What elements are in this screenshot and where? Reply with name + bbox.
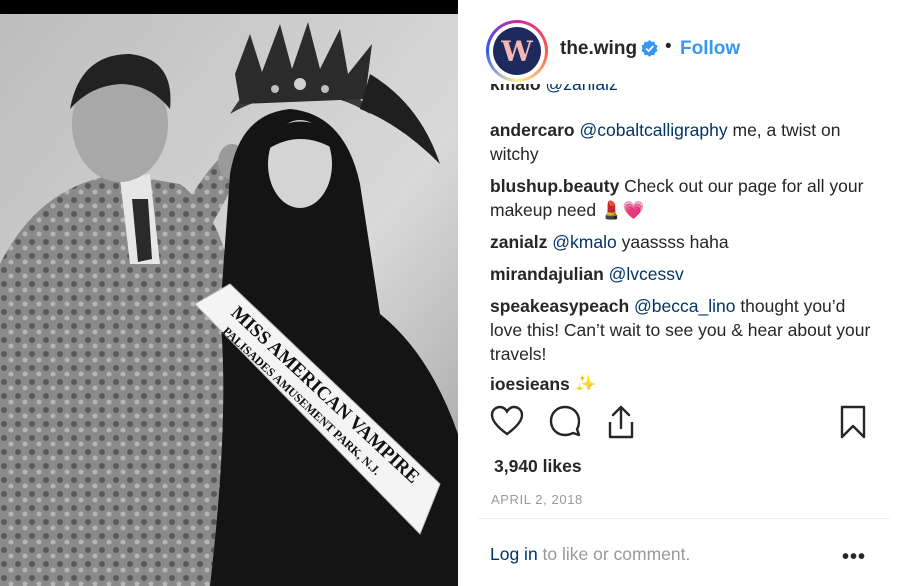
comment-item: joesjeans ✨	[490, 372, 882, 390]
avatar[interactable]: W	[486, 20, 548, 82]
comment-mention[interactable]: @zanialz	[545, 84, 617, 94]
divider	[478, 518, 890, 519]
comment-user[interactable]: zanialz	[490, 232, 547, 252]
comment-mention[interactable]: @cobaltcalligraphy	[580, 120, 728, 140]
comment-mention[interactable]: @lvcessv	[609, 264, 684, 284]
more-options-icon[interactable]: •••	[842, 546, 866, 569]
comment-item: zanialz @kmalo yaassss haha	[490, 230, 882, 254]
comment-mention[interactable]: @becca_lino	[634, 296, 735, 316]
comment-text: ✨	[569, 374, 597, 390]
comment-item: mirandajulian @lvcessv	[490, 262, 882, 286]
verified-icon	[641, 40, 658, 57]
header-separator: •	[665, 36, 672, 57]
login-link[interactable]: Log in	[490, 544, 538, 564]
post-date: APRIL 2, 2018	[491, 492, 583, 507]
bookmark-icon[interactable]	[836, 404, 870, 440]
follow-button[interactable]: Follow	[680, 38, 740, 60]
action-bar	[490, 404, 870, 440]
comment-user[interactable]: mirandajulian	[490, 264, 604, 284]
post-header: W the.wing • Follow	[458, 0, 900, 96]
photo-illustration: MISS AMERICAN VAMPIRE PALISADES AMUSEMEN…	[0, 14, 458, 586]
comment-text: yaassss haha	[616, 232, 729, 252]
comment-item: kmalo @zanialz	[490, 84, 618, 96]
comment-mention[interactable]: @kmalo	[552, 232, 616, 252]
comment-user[interactable]: speakeasypeach	[490, 296, 629, 316]
login-prompt: Log in to like or comment.	[490, 544, 690, 565]
comment-user[interactable]: andercaro	[490, 120, 575, 140]
post-panel: W the.wing • Follow kmalo @zanialz ander…	[458, 0, 900, 586]
likes-count[interactable]: 3,940 likes	[494, 456, 582, 477]
comment-user[interactable]: joesjeans	[490, 374, 570, 390]
post-photo[interactable]: MISS AMERICAN VAMPIRE PALISADES AMUSEMEN…	[0, 0, 458, 586]
login-suffix: to like or comment.	[537, 544, 691, 564]
heart-icon[interactable]	[490, 404, 524, 440]
username[interactable]: the.wing	[560, 38, 637, 60]
photo-scene: MISS AMERICAN VAMPIRE PALISADES AMUSEMEN…	[0, 14, 458, 586]
comment-item: speakeasypeach @becca_lino thought you’d…	[490, 294, 882, 366]
comment-item: blushup.beauty Check out our page for al…	[490, 174, 882, 222]
man-jacket	[0, 174, 250, 586]
comment-item: andercaro @cobaltcalligraphy me, a twist…	[490, 118, 882, 166]
avatar-letter: W	[493, 27, 541, 75]
comment-icon[interactable]	[548, 404, 582, 440]
share-icon[interactable]	[604, 404, 638, 440]
comments-list[interactable]: kmalo @zanialz andercaro @cobaltcalligra…	[490, 84, 882, 390]
comment-user[interactable]: kmalo	[490, 84, 541, 94]
comment-user[interactable]: blushup.beauty	[490, 176, 619, 196]
